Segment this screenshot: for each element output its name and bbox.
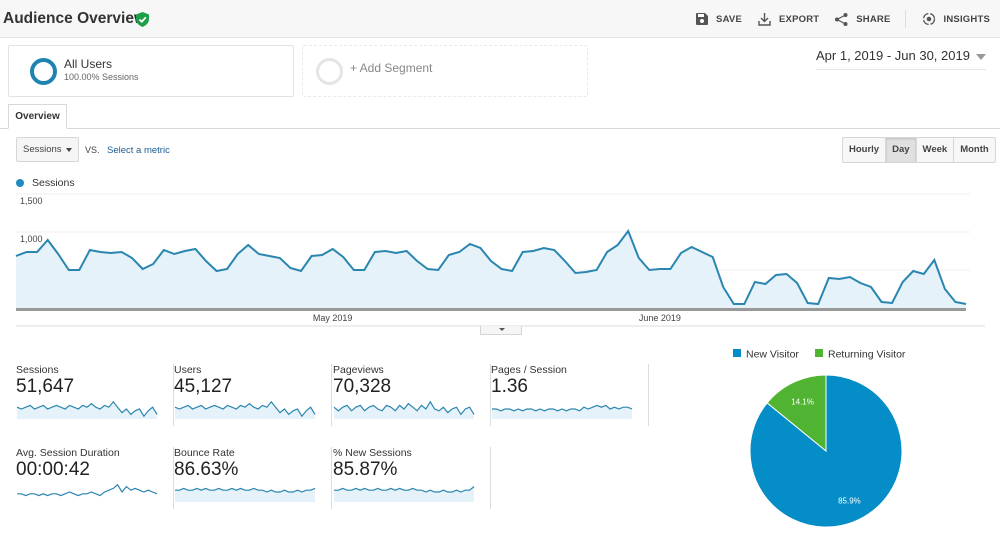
metric-sparkline [16, 400, 158, 419]
metric-value: 45,127 [174, 376, 233, 397]
x-axis-line [16, 308, 966, 311]
x-tick-label: June 2019 [639, 313, 681, 323]
save-button[interactable]: SAVE [696, 13, 742, 25]
metric-tile[interactable]: Bounce Rate 86.63% [174, 447, 332, 509]
metric-tile[interactable]: Pageviews 70,328 [333, 364, 491, 426]
pie-legend-swatch [815, 349, 823, 357]
metric-value: 00:00:42 [16, 459, 90, 480]
pie-slice-label: 14.1% [791, 398, 814, 407]
granularity-week-button[interactable]: Week [915, 138, 954, 162]
chart-legend: Sessions [16, 177, 75, 189]
segment-ring-icon [30, 58, 57, 85]
metric-label: Sessions [16, 364, 59, 376]
legend-label: Sessions [32, 177, 75, 189]
y-tick-label: 1,500 [20, 196, 43, 206]
metric-sparkline [175, 487, 316, 502]
insights-button[interactable]: INSIGHTS [922, 12, 990, 26]
date-range-label: Apr 1, 2019 - Jun 30, 2019 [816, 48, 970, 63]
tab-overview[interactable]: Overview [8, 104, 67, 129]
metric-dropdown[interactable]: Sessions [16, 137, 79, 162]
save-icon [696, 13, 709, 25]
metric-label: % New Sessions [333, 447, 412, 459]
share-button[interactable]: SHARE [835, 12, 891, 26]
date-range-picker[interactable]: Apr 1, 2019 - Jun 30, 2019 [816, 48, 986, 70]
metric-dropdown-value: Sessions [23, 144, 62, 155]
insights-icon [922, 12, 935, 26]
top-bar: Audience Overview SAVE EXPORT SHARE INSI… [0, 0, 1000, 38]
export-label: EXPORT [779, 13, 820, 25]
sessions-line-chart[interactable]: 1,5001,000500May 2019June 2019 [0, 190, 1000, 335]
add-segment-label: + Add Segment [350, 61, 433, 75]
metric-label: Bounce Rate [174, 447, 235, 459]
download-icon [758, 12, 771, 26]
pie-slice-label: 85.9% [838, 496, 861, 505]
chevron-down-icon [499, 328, 505, 331]
pie-legend-swatch [733, 349, 741, 357]
sparkline-area [334, 401, 474, 419]
metric-label: Avg. Session Duration [16, 447, 120, 459]
add-segment-button[interactable]: + Add Segment [302, 45, 588, 97]
pie-legend-label[interactable]: Returning Visitor [828, 349, 906, 361]
metric-sparkline [334, 486, 475, 502]
granularity-hourly-button[interactable]: Hourly [843, 138, 885, 162]
segment-sessions-share: 100.00% Sessions [64, 72, 139, 82]
chevron-down-icon [66, 148, 72, 152]
metric-tile[interactable]: Avg. Session Duration 00:00:42 [16, 447, 174, 509]
metric-tile[interactable]: Pages / Session 1.36 [491, 364, 649, 426]
header-actions: SAVE EXPORT SHARE INSIGHTS [680, 0, 990, 38]
export-button[interactable]: EXPORT [758, 12, 820, 26]
metric-sparkline [174, 400, 316, 419]
pie-legend-label[interactable]: New Visitor [746, 349, 799, 361]
segment-name: All Users [64, 57, 113, 71]
metric-tile[interactable]: Users 45,127 [174, 364, 332, 426]
visitor-type-pie-chart: New Visitor Returning Visitor 85.9% 14.1% [733, 349, 906, 528]
metric-value: 85.87% [333, 459, 398, 480]
insights-label: INSIGHTS [943, 13, 990, 25]
share-label: SHARE [856, 13, 891, 25]
page-title: Audience Overview [3, 10, 147, 27]
sparkline-area [492, 405, 632, 419]
metric-label: Pageviews [333, 364, 384, 376]
metric-value: 70,328 [333, 376, 392, 397]
metric-value: 51,647 [16, 376, 75, 397]
legend-dot-icon [16, 179, 24, 187]
metric-sparkline [333, 400, 475, 419]
metric-tile[interactable]: % New Sessions 85.87% [333, 447, 491, 509]
share-icon [835, 12, 848, 26]
metric-value: 86.63% [174, 459, 239, 480]
granularity-toggle: Hourly Day Week Month [842, 137, 996, 163]
metric-tile[interactable]: Sessions 51,647 [16, 364, 174, 426]
segment-all-users[interactable]: All Users 100.00% Sessions [8, 45, 294, 97]
select-metric-link[interactable]: Select a metric [107, 145, 170, 156]
shield-check-icon [136, 12, 149, 27]
chevron-down-icon [976, 54, 986, 60]
empty-segment-ring-icon [316, 58, 343, 85]
granularity-day-button[interactable]: Day [885, 138, 916, 162]
save-label: SAVE [716, 13, 742, 25]
metric-label: Pages / Session [491, 364, 567, 376]
sparkline-line [17, 483, 158, 497]
metric-label: Users [174, 364, 202, 376]
action-divider [904, 10, 906, 28]
report-tabs: Overview [0, 104, 1000, 129]
y-tick-label: 1,000 [20, 234, 43, 244]
x-tick-label: May 2019 [313, 313, 353, 323]
metric-sparkline [17, 483, 158, 497]
metric-value: 1.36 [491, 376, 528, 397]
chart-expand-button[interactable] [480, 326, 522, 335]
metric-sparkline [492, 404, 633, 419]
granularity-month-button[interactable]: Month [953, 138, 995, 162]
vs-label: VS. [85, 145, 100, 155]
